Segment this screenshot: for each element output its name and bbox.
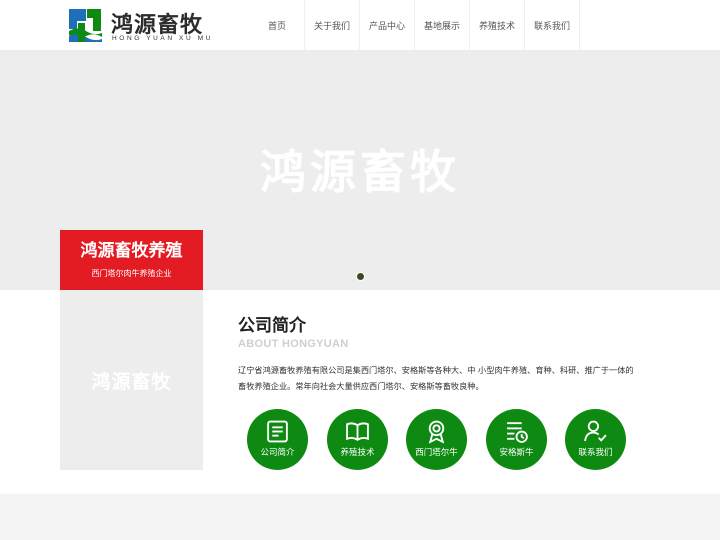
- main-nav: 首页 关于我们 产品中心 基地展示 养殖技术 联系我们: [250, 0, 580, 50]
- about-title: 公司简介: [238, 316, 306, 336]
- quick-link-label: 联系我们: [578, 448, 613, 458]
- about-image: 鸿源畜牧: [60, 290, 203, 470]
- contact-user-icon: [584, 420, 607, 442]
- banner-text: 鸿源畜牧: [260, 145, 460, 199]
- about-title-en: ABOUT HONGYUAN: [238, 338, 349, 350]
- nav-item-base[interactable]: 基地展示: [415, 0, 470, 50]
- about-description: 辽宁省鸿源畜牧养殖有限公司是集西门塔尔、安格斯等各种大、中 小型肉牛养殖、育种、…: [238, 365, 634, 391]
- quick-link-simmental[interactable]: 西门塔尔牛: [406, 409, 467, 470]
- quick-link-contact[interactable]: 联系我们: [565, 409, 626, 470]
- nav-item-about[interactable]: 关于我们: [305, 0, 360, 50]
- quick-link-label: 公司简介: [260, 448, 295, 458]
- logo-subtitle: HONG YUAN XU MU: [112, 35, 213, 42]
- site-header: 鸿源畜牧 HONG YUAN XU MU 首页 关于我们 产品中心 基地展示 养…: [0, 0, 720, 50]
- nav-item-technique[interactable]: 养殖技术: [470, 0, 525, 50]
- quick-link-company[interactable]: 公司简介: [247, 409, 308, 470]
- quick-link-angus[interactable]: 安格斯牛: [486, 409, 547, 470]
- award-icon: [428, 420, 445, 444]
- book-icon: [346, 422, 369, 441]
- footer-band: [0, 494, 720, 540]
- nav-item-contact[interactable]: 联系我们: [525, 0, 580, 50]
- quick-link-label: 养殖技术: [340, 448, 375, 458]
- document-icon: [267, 420, 288, 443]
- nav-item-products[interactable]: 产品中心: [360, 0, 415, 50]
- carousel-dot[interactable]: [356, 272, 365, 281]
- about-image-text: 鸿源畜牧: [91, 371, 172, 393]
- logo-mark-icon: [69, 9, 102, 42]
- quick-link-label: 安格斯牛: [499, 448, 534, 458]
- site-logo[interactable]: 鸿源畜牧 HONG YUAN XU MU: [66, 6, 216, 44]
- quick-link-technique[interactable]: 养殖技术: [327, 409, 388, 470]
- nav-item-home[interactable]: 首页: [250, 0, 305, 50]
- quick-links: 公司简介 养殖技术 西门塔尔牛 安格斯牛 联系我们: [247, 409, 627, 471]
- list-clock-icon: [507, 422, 528, 443]
- intro-red-box: 鸿源畜牧养殖 西门塔尔肉牛养殖企业: [60, 230, 203, 290]
- intro-title: 鸿源畜牧养殖: [80, 241, 183, 261]
- quick-link-label: 西门塔尔牛: [415, 448, 458, 458]
- intro-subtitle: 西门塔尔肉牛养殖企业: [91, 269, 172, 278]
